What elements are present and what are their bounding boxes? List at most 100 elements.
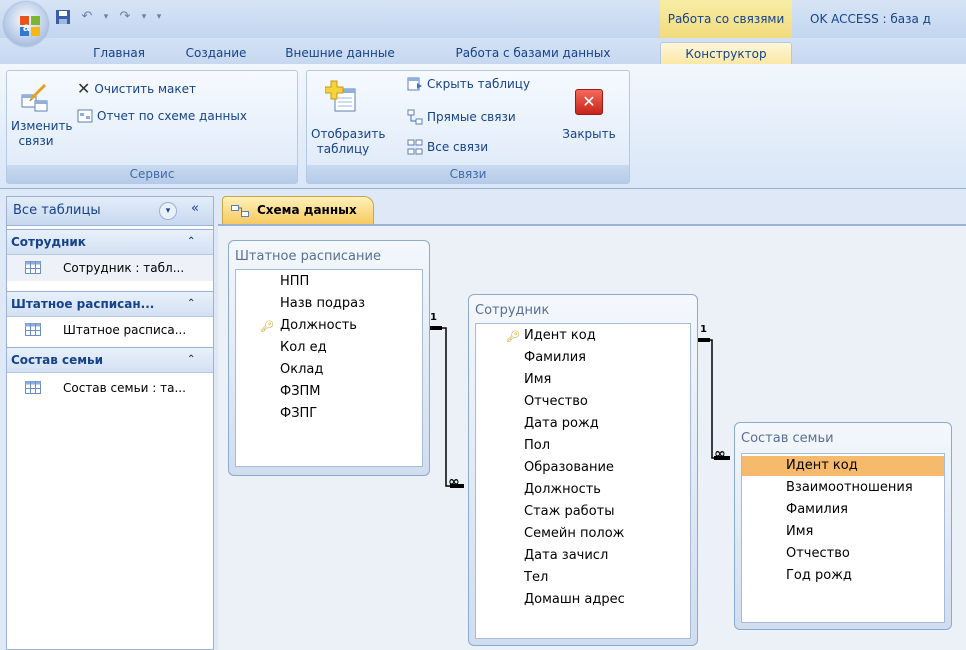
field-item[interactable]: Дата зачисл bbox=[524, 548, 608, 563]
undo-icon[interactable]: ↶ bbox=[78, 9, 96, 25]
customize-qat-icon[interactable]: ▾ bbox=[154, 9, 164, 25]
field-item[interactable]: Имя bbox=[786, 524, 813, 539]
many-side-label: ∞ bbox=[448, 474, 460, 490]
hide-table-label: Скрыть таблицу bbox=[427, 77, 531, 91]
clear-layout-label: Очистить макет bbox=[94, 81, 197, 96]
edit-relations-icon bbox=[21, 83, 48, 112]
nav-group-label: Состав семьи bbox=[11, 353, 104, 367]
nav-group-employee[interactable]: Сотрудник ⌃ bbox=[7, 229, 213, 255]
field-item[interactable]: Стаж работы bbox=[524, 504, 615, 519]
all-relations-button[interactable]: Все связи bbox=[407, 139, 488, 155]
tab-external-data[interactable]: Внешние данные bbox=[280, 42, 400, 64]
nav-item-staff-table[interactable]: Штатное расписа... bbox=[7, 317, 213, 343]
nav-item-family-table[interactable]: Состав семьи : та... bbox=[7, 375, 213, 401]
relationship-employee-family[interactable] bbox=[696, 338, 730, 460]
nav-group-family[interactable]: Состав семьи ⌃ bbox=[7, 347, 213, 373]
all-relations-label: Все связи bbox=[427, 140, 489, 154]
hide-table-button[interactable]: Скрыть таблицу bbox=[407, 77, 530, 91]
schema-report-button[interactable]: Отчет по схеме данных bbox=[77, 109, 247, 123]
quick-access-toolbar: ↶ ▾ ↷ ▾ ▾ bbox=[54, 6, 164, 28]
field-item[interactable]: Фамилия bbox=[786, 502, 848, 517]
tab-relationships-schema[interactable]: Схема данных bbox=[222, 196, 374, 225]
relationship-staff-employee[interactable] bbox=[428, 326, 464, 488]
context-tab-label: Работа со связями bbox=[660, 0, 792, 38]
office-button[interactable]: a bbox=[4, 2, 48, 46]
one-side-label: 1 bbox=[700, 324, 707, 335]
undo-dropdown-icon[interactable]: ▾ bbox=[102, 9, 110, 25]
field-list[interactable]: НПП Назв подраз 🔑︎ Должность Кол ед Окла… bbox=[235, 269, 423, 467]
redo-icon[interactable]: ↷ bbox=[116, 9, 134, 25]
table-employee[interactable]: Сотрудник 🔑︎ Идент код Фамилия Имя Отчес… bbox=[468, 294, 698, 646]
tab-create[interactable]: Создание bbox=[176, 42, 256, 64]
field-item[interactable]: Отчество bbox=[786, 546, 850, 561]
nav-item-label: Штатное расписа... bbox=[63, 323, 187, 337]
schema-report-label: Отчет по схеме данных bbox=[97, 109, 247, 123]
nav-item-label: Сотрудник : табл... bbox=[63, 261, 185, 275]
relationships-canvas[interactable]: 1 ∞ 1 ∞ Штатное расписание НПП Назв подр… bbox=[218, 224, 966, 650]
one-side-label: 1 bbox=[430, 312, 437, 323]
field-item[interactable]: НПП bbox=[280, 274, 309, 289]
field-item[interactable]: Идент код bbox=[786, 458, 858, 473]
table-staff[interactable]: Штатное расписание НПП Назв подраз 🔑︎ До… bbox=[228, 240, 430, 476]
redo-dropdown-icon[interactable]: ▾ bbox=[140, 9, 148, 25]
nav-header[interactable]: Все таблицы ▾ « bbox=[7, 197, 213, 226]
field-item[interactable]: Имя bbox=[524, 372, 551, 387]
field-item[interactable]: Домашн адрес bbox=[524, 592, 625, 607]
direct-relations-button[interactable]: Прямые связи bbox=[407, 109, 516, 125]
nav-item-employee-table[interactable]: Сотрудник : табл... bbox=[7, 255, 213, 281]
chevron-up-icon: ⌃ bbox=[187, 354, 196, 365]
direct-relations-label: Прямые связи bbox=[427, 110, 516, 124]
collapse-pane-icon[interactable]: « bbox=[191, 201, 199, 216]
field-item[interactable]: Взаимоотношения bbox=[786, 480, 913, 495]
field-item[interactable]: Должность bbox=[280, 318, 357, 333]
field-item[interactable]: ФЗПГ bbox=[280, 406, 317, 421]
show-table-label: Отобразить таблицу bbox=[311, 127, 386, 156]
group-relations: Отобразить таблицу Скрыть таблицу Прямые… bbox=[306, 70, 630, 184]
many-side-label: ∞ bbox=[714, 446, 726, 462]
field-list[interactable]: Идент код Взаимоотношения Фамилия Имя От… bbox=[741, 453, 945, 623]
table-family[interactable]: Состав семьи Идент код Взаимоотношения Ф… bbox=[734, 422, 952, 630]
tab-designer[interactable]: Конструктор bbox=[660, 42, 792, 65]
field-item[interactable]: ФЗПМ bbox=[280, 384, 321, 399]
field-item[interactable]: Кол ед bbox=[280, 340, 327, 355]
relationships-icon bbox=[231, 205, 249, 217]
ribbon-tabs: Главная Создание Внешние данные Работа с… bbox=[0, 38, 966, 65]
ribbon: Изменить связи ✕ Очистить макет Отчет по… bbox=[0, 64, 966, 189]
close-button[interactable]: ✕ Закрыть bbox=[559, 85, 619, 155]
field-item[interactable]: Назв подраз bbox=[280, 296, 365, 311]
direct-relations-icon bbox=[407, 109, 423, 125]
field-item[interactable]: Пол bbox=[524, 438, 550, 453]
group-service: Изменить связи ✕ Очистить макет Отчет по… bbox=[6, 70, 298, 184]
field-item[interactable]: Отчество bbox=[524, 394, 588, 409]
field-item[interactable]: Тел bbox=[524, 570, 548, 585]
tab-home[interactable]: Главная bbox=[84, 42, 154, 64]
edit-relations-button[interactable]: Изменить связи bbox=[11, 79, 73, 159]
field-item[interactable]: Должность bbox=[524, 482, 601, 497]
field-item[interactable]: Дата рожд bbox=[524, 416, 599, 431]
table-icon bbox=[25, 381, 41, 394]
all-relations-icon bbox=[407, 139, 423, 155]
chevron-up-icon: ⌃ bbox=[187, 298, 196, 309]
field-item[interactable]: Идент код bbox=[524, 328, 596, 343]
group-relations-title: Связи bbox=[307, 165, 629, 183]
field-list[interactable]: 🔑︎ Идент код Фамилия Имя Отчество Дата р… bbox=[475, 323, 691, 639]
chevron-up-icon: ⌃ bbox=[187, 236, 196, 247]
report-icon bbox=[77, 109, 93, 123]
field-item[interactable]: Год рожд bbox=[786, 568, 852, 583]
group-service-title: Сервис bbox=[7, 165, 297, 183]
nav-group-label: Штатное расписан... bbox=[11, 297, 155, 311]
clear-layout-button[interactable]: ✕ Очистить макет bbox=[77, 79, 196, 98]
show-table-button[interactable]: Отобразить таблицу bbox=[311, 77, 386, 161]
tab-database-tools[interactable]: Работа с базами данных bbox=[438, 42, 628, 64]
field-item[interactable]: Образование bbox=[524, 460, 614, 475]
show-table-icon bbox=[325, 80, 356, 112]
save-icon[interactable] bbox=[54, 9, 72, 25]
table-title: Состав семьи bbox=[741, 431, 834, 446]
close-icon: ✕ bbox=[575, 89, 603, 115]
field-item[interactable]: Оклад bbox=[280, 362, 323, 377]
field-item[interactable]: Фамилия bbox=[524, 350, 586, 365]
table-title: Штатное расписание bbox=[235, 249, 381, 264]
field-item[interactable]: Семейн полож bbox=[524, 526, 624, 541]
nav-menu-dropdown-icon[interactable]: ▾ bbox=[159, 202, 177, 220]
nav-group-staff[interactable]: Штатное расписан... ⌃ bbox=[7, 291, 213, 317]
